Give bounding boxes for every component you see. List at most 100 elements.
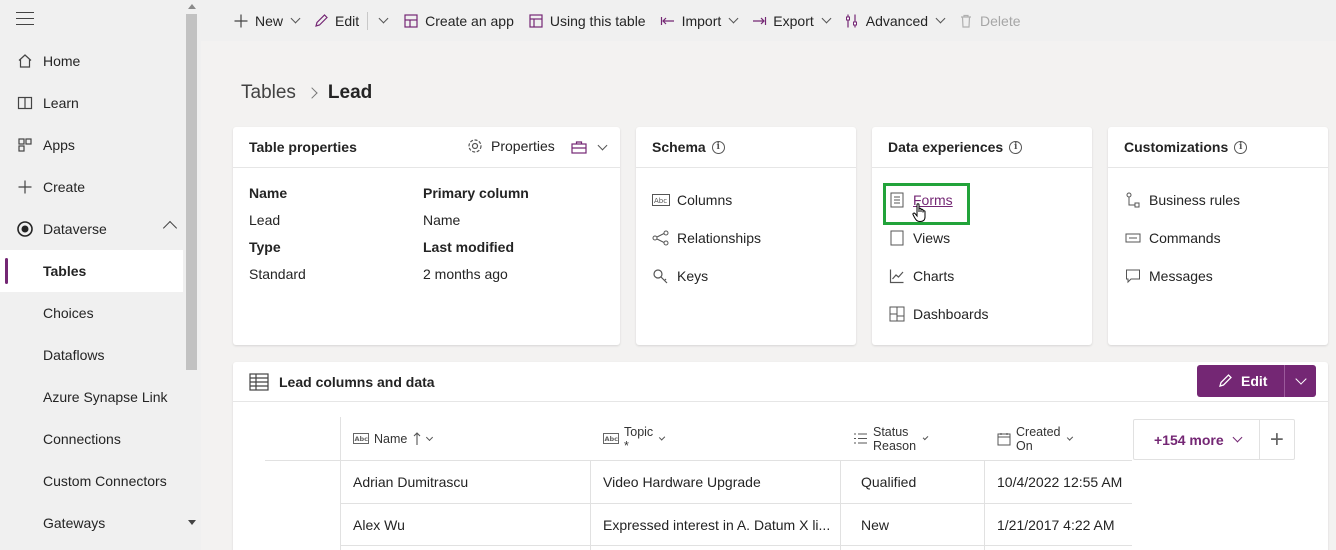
- tools-dropdown-button[interactable]: [571, 140, 608, 154]
- card-header: Customizations i: [1108, 127, 1328, 168]
- create-app-button[interactable]: Create an app: [403, 0, 514, 41]
- nav-subitem-dataflows[interactable]: Dataflows: [0, 334, 183, 376]
- edit-button[interactable]: Edit: [313, 0, 359, 41]
- create-app-label: Create an app: [425, 12, 514, 29]
- separator: [367, 11, 369, 30]
- add-column-plus-icon[interactable]: +: [1260, 421, 1294, 459]
- dashboards-link[interactable]: Dashboards: [888, 305, 989, 323]
- schema-relationships-link[interactable]: Relationships: [652, 229, 761, 247]
- info-icon[interactable]: i: [1234, 140, 1248, 154]
- views-link[interactable]: Views: [888, 229, 950, 247]
- card-header: Schema i: [636, 127, 856, 168]
- info-icon[interactable]: i: [711, 140, 725, 154]
- nav-item-create[interactable]: Create: [0, 166, 183, 208]
- messages-link[interactable]: Messages: [1124, 267, 1213, 285]
- delete-button[interactable]: Delete: [958, 0, 1021, 41]
- card-title: Customizations: [1124, 139, 1229, 155]
- nav-label: Custom Connectors: [43, 473, 167, 489]
- table-usage-icon: [528, 13, 544, 29]
- column-header-status-reason[interactable]: Status Reason: [853, 417, 929, 460]
- apps-icon: [16, 136, 34, 154]
- plus-icon: [16, 178, 34, 196]
- commands-link[interactable]: Commands: [1124, 229, 1221, 247]
- sort-ascending-icon: [413, 431, 421, 446]
- nav-item-dataverse[interactable]: Dataverse: [0, 208, 183, 250]
- edit-primary-button[interactable]: Edit: [1197, 365, 1285, 397]
- relationships-icon: [652, 229, 670, 247]
- pencil-icon: [313, 13, 329, 29]
- nav-subitem-tables[interactable]: Tables: [0, 250, 183, 292]
- view-icon: [888, 229, 906, 247]
- chevron-down-icon: [1294, 373, 1307, 385]
- nav-subitem-custom-connectors[interactable]: Custom Connectors: [0, 460, 183, 502]
- column-header-topic[interactable]: Abc Topic *: [603, 417, 666, 460]
- nav-subitem-connections[interactable]: Connections: [0, 418, 183, 460]
- export-label: Export: [773, 12, 814, 29]
- column-header-name[interactable]: Abc Name: [353, 417, 434, 460]
- link-label: Commands: [1149, 230, 1221, 246]
- business-rules-link[interactable]: Business rules: [1124, 191, 1240, 209]
- scroll-down-arrow-icon[interactable]: [188, 520, 196, 525]
- breadcrumb-current: Lead: [327, 82, 373, 103]
- column-header-created-on[interactable]: Created On: [997, 417, 1073, 460]
- hamburger-menu-icon[interactable]: [16, 12, 34, 26]
- nav-label: Gateways: [43, 515, 106, 531]
- nav-subitem-azure-synapse-link[interactable]: Azure Synapse Link: [0, 376, 183, 418]
- advanced-tools-icon: [844, 13, 860, 29]
- primary-column-label: Primary column: [423, 185, 529, 201]
- nav-item-learn[interactable]: Learn: [0, 82, 183, 124]
- chevron-down-icon: [290, 13, 301, 24]
- import-button[interactable]: Import: [660, 0, 739, 41]
- info-icon[interactable]: i: [1009, 140, 1023, 154]
- key-icon: [652, 267, 670, 285]
- properties-button[interactable]: Properties: [467, 138, 555, 154]
- breadcrumb-tables-link[interactable]: Tables: [241, 82, 296, 104]
- scroll-up-arrow-icon[interactable]: [188, 4, 196, 9]
- edit-label: Edit: [1241, 373, 1268, 389]
- link-label: Relationships: [677, 230, 762, 246]
- charts-link[interactable]: Charts: [888, 267, 954, 285]
- new-button[interactable]: New: [233, 0, 301, 41]
- type-label: Type: [249, 239, 281, 255]
- nav-item-home[interactable]: Home: [0, 40, 183, 82]
- nav-label: Tables: [43, 263, 87, 279]
- using-table-button[interactable]: Using this table: [528, 0, 646, 41]
- pencil-icon: [1217, 373, 1233, 389]
- nav-item-apps[interactable]: Apps: [0, 124, 183, 166]
- command-bar: New Edit Create an app Using this table …: [201, 0, 1336, 41]
- advanced-label: Advanced: [865, 12, 929, 29]
- option-set-icon: [853, 432, 868, 445]
- card-title: Table properties: [249, 139, 357, 155]
- nav-subitem-gateways[interactable]: Gateways: [0, 502, 183, 544]
- plus-icon: [233, 13, 249, 29]
- column-header-label: Created On: [1016, 424, 1061, 453]
- export-button[interactable]: Export: [751, 0, 832, 41]
- schema-keys-link[interactable]: Keys: [652, 267, 708, 285]
- column-header-label: Name: [374, 431, 408, 446]
- main-content: Tables Lead Table properties Properties …: [201, 41, 1336, 550]
- edit-table-button[interactable]: Edit: [1197, 365, 1316, 397]
- link-label: Business rules: [1149, 192, 1241, 208]
- more-columns-label: +154 more: [1154, 431, 1224, 448]
- cell-topic: Video Hardware Upgrade: [603, 474, 761, 490]
- delete-label: Delete: [980, 12, 1021, 29]
- advanced-button[interactable]: Advanced: [844, 0, 946, 41]
- edit-dropdown-button[interactable]: [1285, 373, 1316, 385]
- edit-label: Edit: [335, 12, 360, 29]
- nav-label: Apps: [43, 137, 75, 153]
- import-arrow-icon: [660, 13, 676, 29]
- sidebar-scrollbar[interactable]: [183, 0, 200, 550]
- primary-column-value: Name: [423, 212, 461, 228]
- edit-dropdown-button[interactable]: [378, 0, 389, 41]
- chevron-up-icon[interactable]: [162, 220, 178, 236]
- text-field-icon: Abc: [652, 191, 670, 209]
- scrollbar-thumb[interactable]: [186, 14, 197, 370]
- dataverse-icon: [16, 220, 34, 238]
- svg-text:Abc: Abc: [654, 197, 667, 205]
- nav-subitem-choices[interactable]: Choices: [0, 292, 183, 334]
- schema-columns-link[interactable]: Abc Columns: [652, 191, 732, 209]
- more-columns-button[interactable]: +154 more: [1134, 431, 1243, 448]
- business-rules-icon: [1124, 191, 1142, 209]
- export-arrow-icon: [751, 13, 767, 29]
- chevron-down-icon: [378, 13, 389, 24]
